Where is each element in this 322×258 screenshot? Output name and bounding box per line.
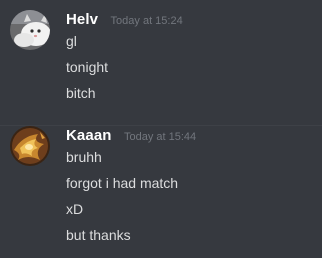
user-avatar-helv[interactable]	[10, 10, 50, 50]
username[interactable]: Helv	[66, 11, 98, 28]
message-line: forgot i had match	[66, 175, 179, 191]
message-line: bitch	[66, 85, 96, 101]
message-header: Kaaan Today at 15:44	[66, 127, 196, 145]
message-header: Helv Today at 15:24	[66, 11, 183, 29]
timestamp: Today at 15:24	[110, 15, 183, 27]
user-avatar-kaaan[interactable]	[10, 126, 50, 166]
timestamp: Today at 15:44	[123, 131, 197, 143]
message-group-helv: Helv Today at 15:24 gl tonight bitch	[0, 0, 322, 125]
username[interactable]: Kaaan	[66, 127, 112, 144]
message-line: but thanks	[66, 227, 131, 243]
chat-messages: Helv Today at 15:24 gl tonight bitch Kaa…	[0, 0, 322, 258]
message-line: gl	[66, 33, 77, 49]
message-line: tonight	[66, 59, 109, 75]
message-line: bruhh	[66, 149, 102, 165]
message-line: xD	[66, 201, 84, 217]
message-group-kaaan: Kaaan Today at 15:44 bruhh forgot i had …	[0, 126, 322, 258]
